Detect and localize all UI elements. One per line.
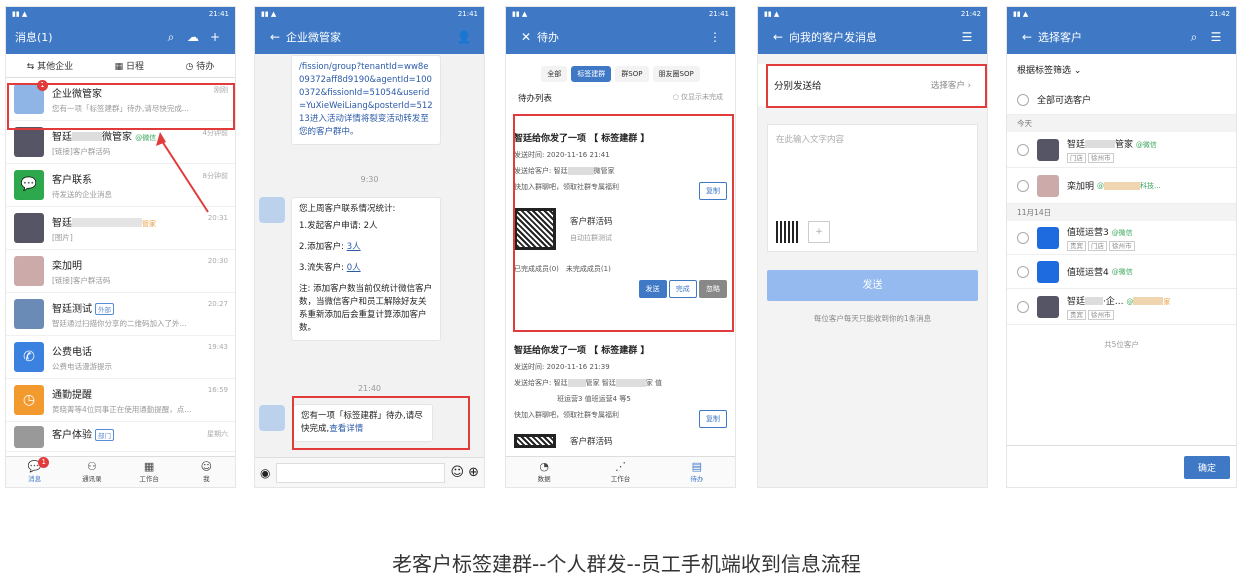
- customer-row[interactable]: 值班运营3 @微信 贵宾 门店 徐州市: [1007, 221, 1236, 255]
- tab-data[interactable]: ◔ 数据: [506, 457, 582, 487]
- search-icon[interactable]: ⌕: [1183, 30, 1205, 45]
- customer-row[interactable]: 智廷 ·企... @ 家贵宾 徐州市: [1007, 289, 1236, 325]
- message-box[interactable]: 在此输入文字内容 +: [767, 124, 978, 252]
- caption: 老客户标签建群--个人群发--员工手机端收到信息流程: [392, 552, 861, 576]
- todo-card: 智廷给你发了一项 【 标签建群 】 发送时间: 2020-11-16 21:39…: [514, 337, 727, 448]
- plus-icon[interactable]: ⊕: [468, 465, 479, 480]
- stat-message: 您上周客户联系情况统计: 1.发起客户申请: 2人 2.添加客户: 3人 3.流…: [291, 197, 441, 341]
- page-title: 待办: [537, 31, 559, 44]
- link-message[interactable]: /fission/group?tenantId=ww8e09372aff8d91…: [291, 55, 441, 145]
- page-title: 选择客户: [1038, 31, 1082, 44]
- select-all[interactable]: 全部可选客户: [1007, 85, 1236, 115]
- add-icon[interactable]: +: [808, 221, 830, 243]
- qr-thumb: [776, 221, 798, 243]
- back-icon[interactable]: ←: [264, 30, 286, 44]
- customer-row[interactable]: 栾加明 @ 科技...: [1007, 168, 1236, 204]
- filter-pills: 全部 标签建群 群SOP 朋友圈SOP: [506, 66, 735, 82]
- back-icon[interactable]: ←: [1016, 30, 1038, 44]
- phone-chat: ▮▮ ▲ 21:41 ← 企业微管家 👤 /fission/group?tenantI…: [254, 6, 485, 488]
- phone-send: ▮▮ ▲ 21:42 ← 向我的客户发消息 ☰ 分别发送给 选择客户 › 在此输入文字内…: [757, 6, 988, 488]
- back-icon[interactable]: ←: [767, 30, 789, 44]
- phone-todo: ▮▮ ▲ 21:41 ✕ 待办 ⋮ 全部 标签建群 群SOP 朋友圈SOP 待办列表 ○ 仅显…: [505, 6, 736, 488]
- more-icon[interactable]: ⋮: [704, 30, 726, 44]
- page-title: 企业微管家: [286, 31, 341, 44]
- avatar: [259, 197, 285, 223]
- emoji-icon[interactable]: ☺: [451, 465, 465, 480]
- profile-icon[interactable]: 👤: [453, 30, 475, 44]
- list-icon[interactable]: ☰: [956, 30, 978, 44]
- phone-choose: ▮▮ ▲ 21:42 ← 选择客户 ⌕ ☰ 根据标签筛选 ⌄ 全部可选客户 今天 智廷管…: [1006, 6, 1237, 488]
- customer-row[interactable]: 智廷 管家 @微信 门店 徐州市: [1007, 132, 1236, 168]
- confirm-button[interactable]: 确定: [1183, 456, 1230, 479]
- customer-row[interactable]: 值班运营4 @微信: [1007, 255, 1236, 289]
- tag-filter[interactable]: 根据标签筛选 ⌄: [1007, 54, 1236, 85]
- tab-workbench[interactable]: ⋰ 工作台: [582, 457, 658, 487]
- close-icon[interactable]: ✕: [515, 30, 537, 44]
- filter-icon[interactable]: ☰: [1205, 30, 1227, 44]
- input-bar: ◉ ☺ ⊕: [255, 457, 484, 487]
- tab-todo[interactable]: ▤ 待办: [659, 457, 735, 487]
- send-button[interactable]: 发送: [767, 270, 978, 301]
- message-input[interactable]: [276, 462, 445, 483]
- page-title: 向我的客户发消息: [789, 31, 877, 44]
- voice-icon[interactable]: ◉: [260, 466, 270, 480]
- avatar: [259, 405, 285, 431]
